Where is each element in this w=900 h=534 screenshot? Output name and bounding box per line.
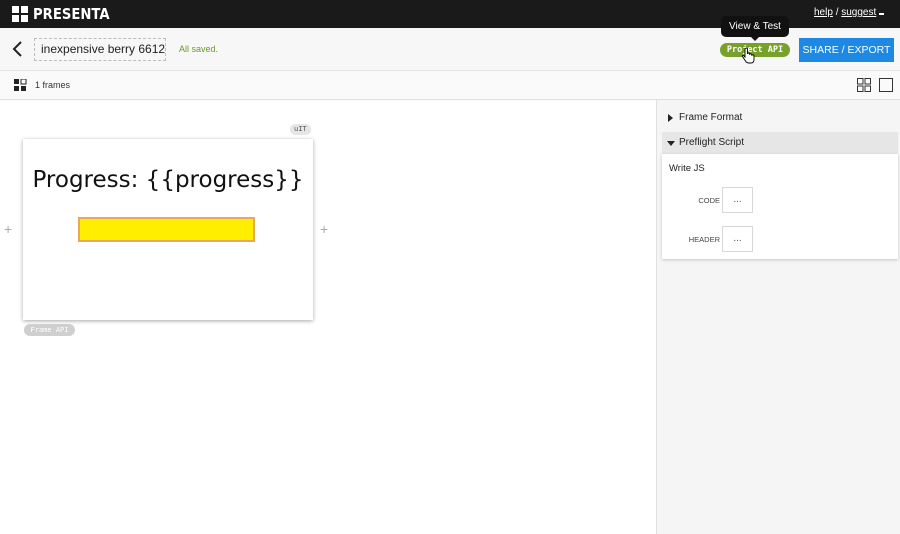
frame-card[interactable]: Progress: {{progress}} [23,139,313,320]
api-tooltip: View & Test [721,16,789,37]
section-frame-format-label: Frame Format [679,112,743,123]
add-frame-after-icon[interactable]: + [320,221,328,237]
hand-cursor-icon [741,48,755,64]
section-preflight-script[interactable]: Preflight Script [662,132,898,154]
frames-list-icon[interactable] [14,79,27,91]
single-view-icon[interactable] [879,78,893,92]
link-separator: / [835,7,839,18]
progress-bar-fill [80,219,253,240]
top-links: help / suggest [814,7,876,18]
project-api-button[interactable]: Project API [720,43,790,57]
suggest-link[interactable]: suggest [841,7,876,18]
section-preflight-label: Preflight Script [679,137,745,148]
frame-progress-text: Progress: {{progress}} [32,167,304,193]
frame-api-badge[interactable]: Frame API [24,324,75,336]
section-frame-format[interactable]: Frame Format [662,107,898,129]
share-export-button[interactable]: SHARE / EXPORT [799,38,894,62]
save-status: All saved. [179,44,219,54]
project-title-field[interactable]: inexpensive berry 6612 [34,38,166,61]
code-label: CODE [698,196,720,205]
help-link[interactable]: help [814,7,833,18]
caret-right-icon [668,114,673,122]
menu-icon[interactable] [879,13,884,15]
frame-top-badge[interactable]: uIT [290,124,311,135]
logo[interactable]: PRESENTA [12,5,120,23]
grid-view-icon[interactable] [857,78,871,92]
code-edit-button[interactable]: ... [722,187,753,213]
logo-grid-icon [12,6,28,22]
logo-text: PRESENTA [33,5,110,23]
frames-bar: 1 frames [0,71,900,100]
frame-progress-bar [78,217,255,242]
tooltip-arrow [750,36,760,41]
write-js-label: Write JS [669,163,705,174]
header-edit-button[interactable]: ... [722,226,753,252]
app-root: PRESENTA help / suggest inexpensive berr… [0,0,900,534]
add-frame-before-icon[interactable]: + [4,221,12,237]
caret-down-icon [667,141,675,146]
header-label: HEADER [688,235,720,244]
back-arrow-icon[interactable] [11,40,25,58]
frames-count: 1 frames [35,80,71,90]
preflight-body: Write JS CODE ... HEADER ... [662,154,898,259]
